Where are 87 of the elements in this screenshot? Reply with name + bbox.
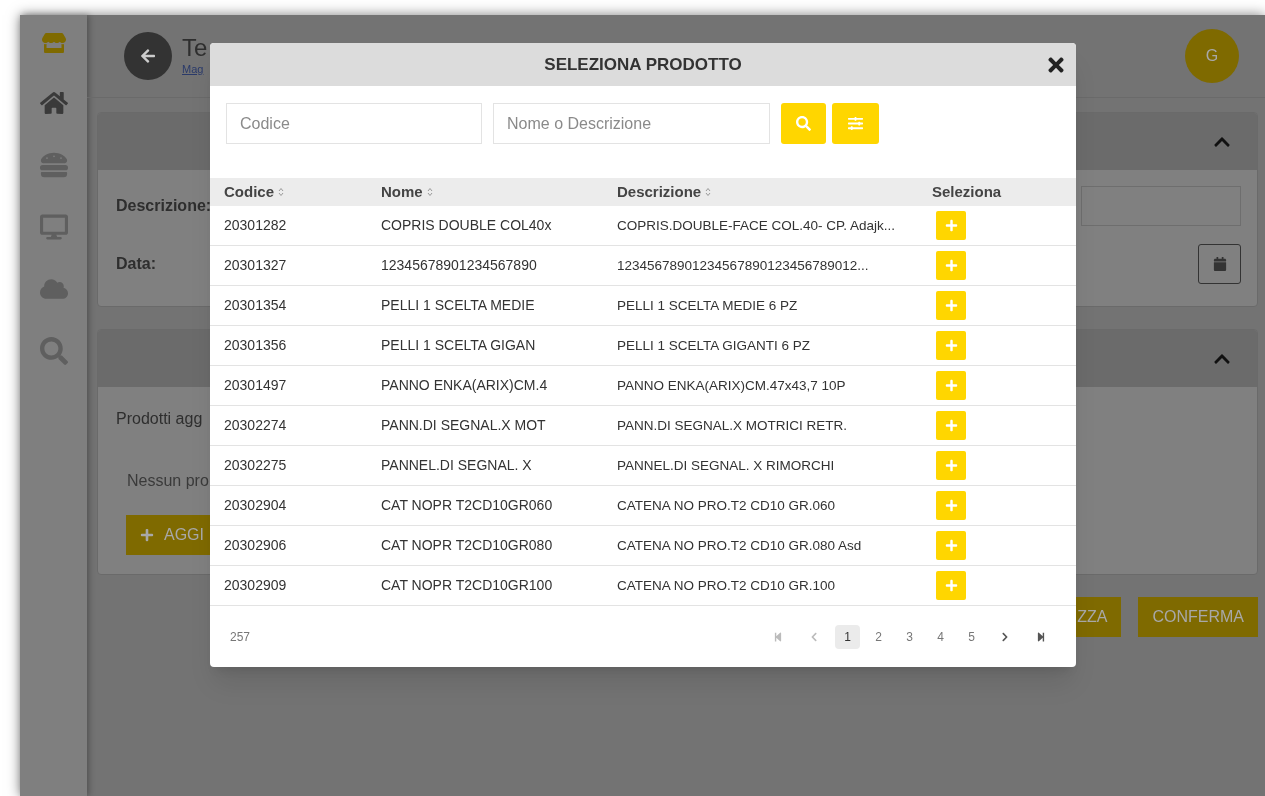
previous-page-icon bbox=[809, 631, 819, 642]
table-cell: PANN.DI SEGNAL.X MOT bbox=[381, 417, 546, 433]
add-button[interactable] bbox=[936, 371, 966, 400]
column-header[interactable]: Descrizione bbox=[617, 180, 702, 204]
plus-icon bbox=[944, 419, 958, 432]
plus-icon bbox=[944, 219, 958, 232]
plus-icon bbox=[944, 379, 958, 392]
table-cell: CAT NOPR T2CD10GR060 bbox=[381, 497, 553, 513]
table-cell: 20302904 bbox=[224, 497, 287, 513]
table-cell: PELLI 1 SCELTA MEDIE bbox=[381, 297, 535, 313]
table-cell: 12345678901234567890123456789012... bbox=[617, 257, 869, 273]
table-cell: PANN.DI SEGNAL.X MOTRICI RETR. bbox=[617, 417, 848, 433]
column-header: Seleziona bbox=[932, 181, 1002, 202]
table-cell: PELLI 1 SCELTA MEDIE 6 PZ bbox=[617, 297, 798, 313]
table-cell: 20302906 bbox=[224, 537, 287, 553]
add-button[interactable] bbox=[936, 211, 966, 240]
page-title: Te bbox=[182, 34, 208, 61]
arrow-left-icon bbox=[140, 48, 156, 64]
page-button[interactable]: 5 bbox=[959, 624, 984, 649]
empty-message: Nessun pro bbox=[127, 471, 209, 491]
table-cell: PANNEL.DI SEGNAL. X bbox=[381, 457, 532, 473]
add-button[interactable] bbox=[936, 451, 966, 480]
table-cell: 20302275 bbox=[224, 457, 287, 473]
column-header[interactable]: Nome bbox=[381, 180, 423, 204]
table-cell: CATENA NO PRO.T2 CD10 GR.080 Asd bbox=[617, 537, 862, 553]
table-cell: 20301497 bbox=[224, 377, 287, 393]
plus-icon bbox=[944, 339, 958, 352]
add-button[interactable] bbox=[936, 491, 966, 520]
table-cell: 20301282 bbox=[224, 217, 287, 233]
add-button[interactable] bbox=[936, 411, 966, 440]
last-page-icon bbox=[1036, 631, 1046, 642]
add-button[interactable] bbox=[936, 331, 966, 360]
table-cell: 20302909 bbox=[224, 577, 287, 593]
field-label: Data: bbox=[116, 254, 156, 274]
monitor-icon[interactable] bbox=[39, 213, 68, 241]
add-button[interactable] bbox=[936, 251, 966, 280]
table-cell: PANNO ENKA(ARIX)CM.47x43,7 10P bbox=[617, 377, 846, 393]
table-cell: 12345678901234567890 bbox=[381, 257, 537, 273]
store-icon[interactable] bbox=[41, 31, 66, 55]
table-cell: PANNO ENKA(ARIX)CM.4 bbox=[381, 377, 548, 393]
page-button[interactable]: 3 bbox=[897, 624, 922, 649]
table-cell: CAT NOPR T2CD10GR080 bbox=[381, 537, 553, 553]
plus-icon bbox=[944, 539, 958, 552]
table-cell: PELLI 1 SCELTA GIGAN bbox=[381, 337, 536, 353]
page-button[interactable]: 1 bbox=[835, 624, 860, 649]
plus-icon bbox=[140, 528, 154, 542]
next-page-icon bbox=[1000, 631, 1010, 642]
breadcrumb-link[interactable]: Mag bbox=[182, 60, 208, 78]
home-icon[interactable] bbox=[39, 89, 68, 117]
table-cell: COPRIS DOUBLE COL40x bbox=[381, 217, 552, 233]
search-icon[interactable] bbox=[39, 337, 68, 365]
table-cell: COPRIS.DOUBLE-FACE COL.40- CP. Adajk... bbox=[617, 217, 896, 233]
plus-icon bbox=[944, 579, 958, 592]
table-cell: 20302274 bbox=[224, 417, 287, 433]
add-button[interactable] bbox=[936, 531, 966, 560]
table-cell: CATENA NO PRO.T2 CD10 GR.100 bbox=[617, 577, 836, 593]
first-page-icon bbox=[773, 631, 783, 642]
search-field[interactable]: Codice bbox=[226, 103, 482, 144]
filter-button[interactable] bbox=[832, 103, 879, 144]
add-button[interactable] bbox=[936, 571, 966, 600]
table-cell: PANNEL.DI SEGNAL. X RIMORCHI bbox=[617, 457, 835, 473]
table-cell: 20301356 bbox=[224, 337, 287, 353]
plus-icon bbox=[944, 499, 958, 512]
table-cell: CATENA NO PRO.T2 CD10 GR.060 bbox=[617, 497, 836, 513]
page-button[interactable]: 4 bbox=[928, 624, 953, 649]
search-button[interactable] bbox=[781, 103, 826, 144]
search-field[interactable]: Nome o Descrizione bbox=[493, 103, 770, 144]
table-cell: 20301354 bbox=[224, 297, 287, 313]
page-button[interactable]: 2 bbox=[866, 624, 891, 649]
table-cell: PELLI 1 SCELTA GIGANTI 6 PZ bbox=[617, 337, 811, 353]
search-icon bbox=[796, 116, 811, 131]
burger-icon[interactable] bbox=[39, 151, 68, 179]
calendar-button[interactable] bbox=[1198, 244, 1241, 284]
table-cell: 20301327 bbox=[224, 257, 287, 273]
column-header[interactable]: Codice bbox=[224, 180, 274, 204]
calendar-icon bbox=[1212, 257, 1227, 271]
plus-icon bbox=[944, 459, 958, 472]
dialog-title: SELEZIONA PRODOTTO bbox=[544, 53, 742, 76]
total-count: 257 bbox=[230, 628, 251, 646]
add-button[interactable] bbox=[936, 291, 966, 320]
back-button[interactable] bbox=[124, 32, 172, 80]
field-label: Descrizione: bbox=[116, 196, 212, 216]
sliders-icon bbox=[848, 116, 863, 131]
plus-icon bbox=[944, 299, 958, 312]
table-cell: CAT NOPR T2CD10GR100 bbox=[381, 577, 553, 593]
plus-icon bbox=[944, 259, 958, 272]
products-label: Prodotti agg bbox=[116, 409, 203, 429]
